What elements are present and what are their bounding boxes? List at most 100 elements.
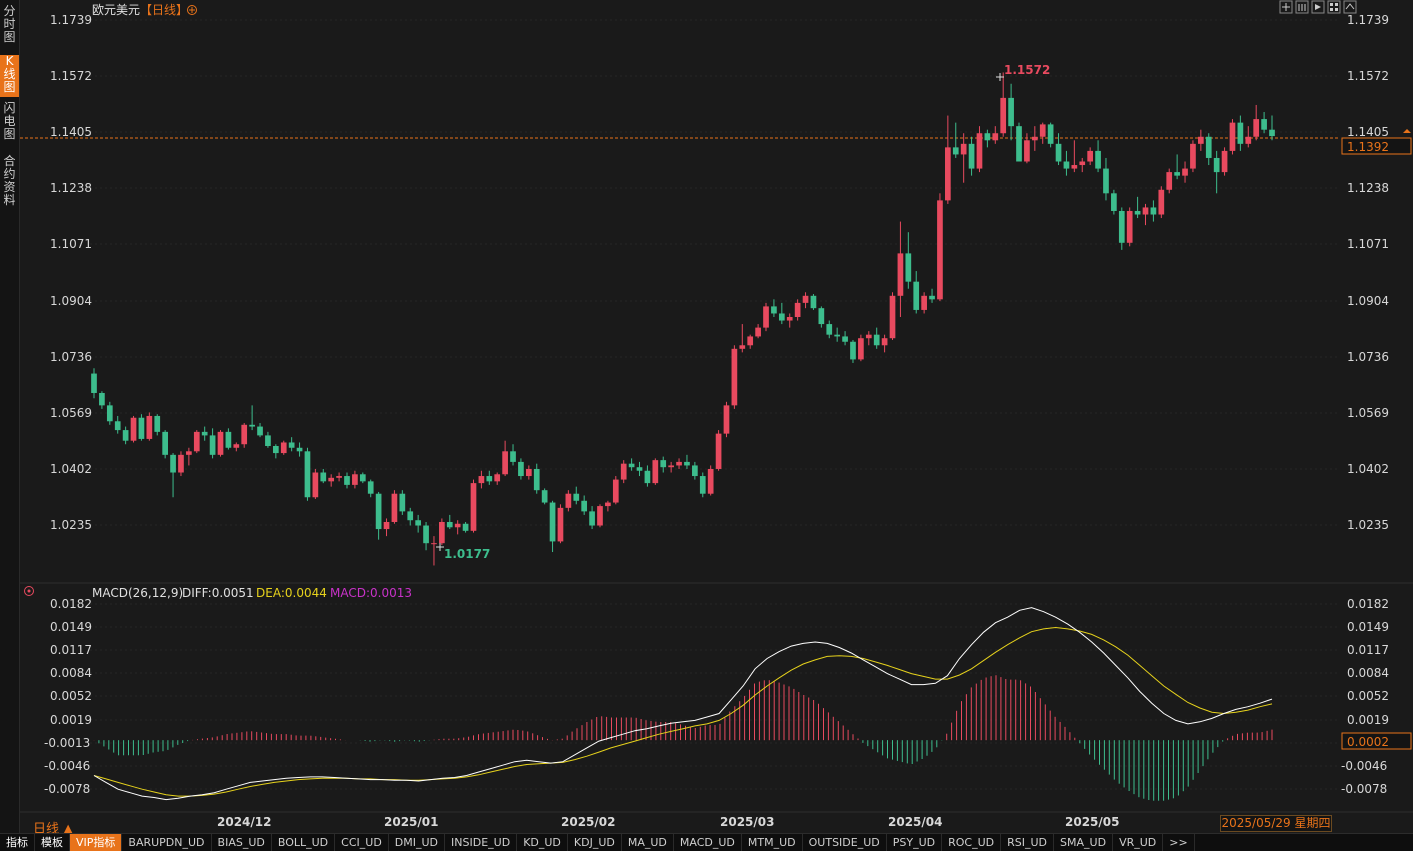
- candle[interactable]: [533, 463, 540, 494]
- candle[interactable]: [858, 334, 864, 362]
- candle[interactable]: [478, 470, 485, 489]
- candle[interactable]: [296, 442, 303, 457]
- candle[interactable]: [154, 414, 161, 436]
- candlesticks[interactable]: [91, 72, 1275, 566]
- candle[interactable]: [375, 491, 382, 540]
- candle[interactable]: [1087, 147, 1094, 166]
- candle[interactable]: [328, 474, 335, 487]
- candle[interactable]: [802, 292, 809, 309]
- tab-sma[interactable]: SMA_UD: [1054, 834, 1114, 851]
- candle[interactable]: [114, 415, 121, 434]
- candle[interactable]: [225, 428, 232, 450]
- candle[interactable]: [288, 437, 295, 452]
- candle[interactable]: [684, 454, 690, 469]
- candle[interactable]: [597, 504, 603, 528]
- tab-vip-indicators[interactable]: VIP指标: [70, 834, 123, 851]
- candle[interactable]: [1166, 168, 1173, 194]
- candle[interactable]: [470, 479, 477, 533]
- candle[interactable]: [265, 431, 271, 448]
- candle[interactable]: [1269, 115, 1275, 141]
- candle[interactable]: [1205, 133, 1212, 166]
- grid-icon[interactable]: [1327, 0, 1341, 14]
- candle[interactable]: [1245, 126, 1252, 148]
- candle[interactable]: [146, 412, 153, 441]
- candle[interactable]: [1253, 104, 1260, 141]
- candle[interactable]: [344, 472, 350, 489]
- table-icon[interactable]: [1295, 0, 1309, 14]
- candle[interactable]: [1126, 207, 1133, 247]
- candle[interactable]: [636, 461, 643, 477]
- plus-circle-icon[interactable]: [187, 5, 197, 15]
- candle[interactable]: [992, 126, 999, 144]
- candle[interactable]: [462, 521, 469, 533]
- candle[interactable]: [1039, 122, 1046, 144]
- candle[interactable]: [91, 368, 97, 399]
- candle[interactable]: [1237, 115, 1244, 151]
- candle[interactable]: [502, 440, 508, 477]
- candle[interactable]: [881, 334, 888, 353]
- candle[interactable]: [280, 440, 287, 455]
- candle[interactable]: [960, 133, 967, 183]
- tab-ma[interactable]: MA_UD: [622, 834, 674, 851]
- candle[interactable]: [605, 500, 611, 512]
- candle[interactable]: [1095, 140, 1101, 173]
- tab-roc[interactable]: ROC_UD: [942, 834, 1002, 851]
- candle[interactable]: [320, 468, 327, 484]
- candle[interactable]: [937, 193, 943, 302]
- tab-kd[interactable]: KD_UD: [517, 834, 568, 851]
- candle[interactable]: [510, 444, 516, 466]
- candle[interactable]: [304, 447, 311, 501]
- more-tabs-button[interactable]: >>: [1163, 834, 1195, 851]
- candle[interactable]: [707, 465, 714, 496]
- candle[interactable]: [431, 536, 437, 566]
- candle[interactable]: [1221, 147, 1228, 176]
- candle[interactable]: [692, 461, 698, 480]
- candle[interactable]: [842, 331, 848, 346]
- candle[interactable]: [486, 470, 493, 485]
- candle[interactable]: [652, 458, 659, 485]
- candle[interactable]: [810, 294, 817, 310]
- candle[interactable]: [747, 334, 754, 349]
- candle[interactable]: [834, 327, 841, 342]
- candle[interactable]: [1229, 119, 1236, 155]
- candle[interactable]: [541, 488, 548, 505]
- candle[interactable]: [138, 414, 145, 441]
- candle[interactable]: [1134, 196, 1141, 219]
- candle[interactable]: [794, 299, 801, 321]
- candle[interactable]: [715, 430, 722, 471]
- tab-outside[interactable]: OUTSIDE_UD: [803, 834, 887, 851]
- candle[interactable]: [249, 405, 255, 431]
- crosshair-icon[interactable]: [1279, 0, 1293, 14]
- candle[interactable]: [106, 401, 113, 425]
- tab-dmi[interactable]: DMI_UD: [389, 834, 446, 851]
- candle[interactable]: [272, 444, 279, 459]
- candle[interactable]: [1071, 140, 1078, 173]
- tab-flash-chart[interactable]: 闪电图: [0, 102, 19, 141]
- candle[interactable]: [581, 495, 588, 515]
- candle[interactable]: [1158, 186, 1165, 219]
- candle[interactable]: [676, 458, 682, 469]
- candle[interactable]: [913, 271, 920, 314]
- play-icon[interactable]: [1311, 0, 1325, 14]
- candle[interactable]: [1063, 150, 1070, 176]
- candle[interactable]: [1103, 157, 1109, 201]
- tab-indicators[interactable]: 指标: [0, 834, 35, 851]
- candle[interactable]: [352, 470, 358, 489]
- candle[interactable]: [786, 313, 793, 328]
- candle[interactable]: [771, 299, 777, 318]
- candle[interactable]: [850, 339, 856, 363]
- candle[interactable]: [1024, 133, 1030, 164]
- tab-kdj[interactable]: KDJ_UD: [568, 834, 622, 851]
- candle[interactable]: [723, 401, 730, 438]
- candle[interactable]: [1016, 122, 1022, 162]
- candle[interactable]: [1213, 150, 1220, 194]
- candle[interactable]: [1174, 154, 1180, 180]
- candle[interactable]: [122, 426, 129, 445]
- candle[interactable]: [755, 324, 761, 339]
- candle[interactable]: [668, 461, 674, 473]
- candle[interactable]: [1150, 200, 1157, 222]
- candle[interactable]: [446, 514, 453, 530]
- candle[interactable]: [620, 460, 627, 484]
- tab-mtm[interactable]: MTM_UD: [742, 834, 803, 851]
- candle[interactable]: [1142, 203, 1149, 226]
